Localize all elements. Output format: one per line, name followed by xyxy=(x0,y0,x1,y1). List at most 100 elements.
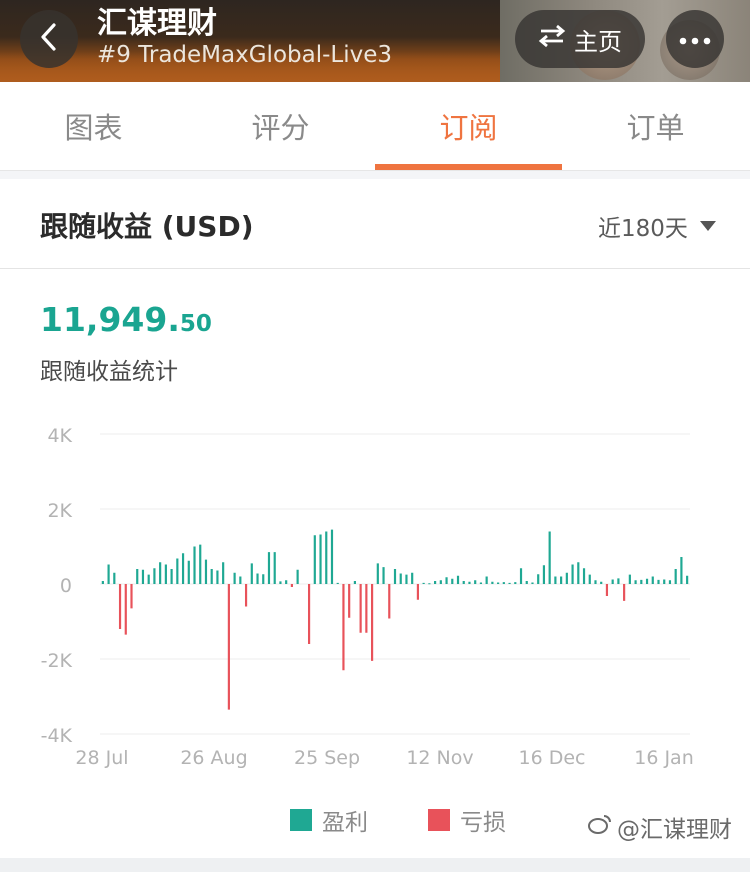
tab-chart[interactable]: 图表 xyxy=(0,82,187,170)
profit-bar xyxy=(147,574,150,584)
profit-bar xyxy=(571,564,574,584)
profit-bar xyxy=(204,559,208,584)
profit-bar xyxy=(405,574,408,584)
profit-bar xyxy=(519,568,523,584)
total-profit-amount: 11,949.50 xyxy=(40,300,212,339)
profit-bar xyxy=(428,583,431,585)
profit-bar xyxy=(565,572,568,584)
legend-profit-swatch xyxy=(290,809,312,831)
watermark-text: @汇谋理财 xyxy=(617,817,732,843)
loss-bar xyxy=(307,584,311,644)
loss-bar xyxy=(130,584,133,609)
loss-bar xyxy=(605,584,609,596)
home-button[interactable]: 主页 xyxy=(515,10,645,68)
loss-bar xyxy=(244,584,248,607)
profit-bar xyxy=(136,569,139,584)
profit-bar xyxy=(462,581,465,584)
profit-bar xyxy=(181,553,185,584)
profit-bar xyxy=(542,565,546,584)
profit-bar xyxy=(582,568,586,584)
profit-bar xyxy=(686,575,689,584)
loss-bar xyxy=(416,584,420,600)
profit-bar xyxy=(525,581,528,584)
profit-bar xyxy=(617,578,620,584)
caret-down-icon xyxy=(699,221,716,231)
profit-bar xyxy=(222,562,225,584)
profit-bar xyxy=(663,579,666,584)
profit-bar xyxy=(296,569,299,584)
tab-rating[interactable]: 评分 xyxy=(187,82,374,170)
tab-orders[interactable]: 订单 xyxy=(562,82,749,170)
loss-bar xyxy=(370,584,374,661)
profit-bar xyxy=(199,544,202,584)
loss-bar xyxy=(118,584,122,629)
profit-bar xyxy=(353,581,356,584)
profit-bar xyxy=(193,546,196,584)
x-tick-label: 26 Aug xyxy=(180,747,247,769)
y-tick-label: 4K xyxy=(47,425,72,447)
chevron-left-icon xyxy=(38,22,60,56)
back-button[interactable] xyxy=(20,10,78,68)
more-options-button[interactable] xyxy=(666,10,724,68)
y-tick-label: 0 xyxy=(60,575,72,597)
loss-bar xyxy=(348,584,351,618)
legend-loss-swatch xyxy=(428,809,450,831)
active-tab-indicator xyxy=(375,164,562,170)
profit-bar xyxy=(153,568,156,584)
weibo-logo-icon xyxy=(587,813,613,841)
profit-bar xyxy=(256,573,259,584)
profit-bar xyxy=(674,569,677,584)
loss-bar xyxy=(342,584,345,671)
tab-subscribe[interactable]: 订阅 xyxy=(375,82,562,170)
profit-bar xyxy=(216,570,219,584)
profit-bar xyxy=(273,552,276,584)
profit-bar xyxy=(651,576,654,584)
profit-bar xyxy=(210,569,213,584)
profit-bar xyxy=(514,582,517,584)
profit-bar xyxy=(233,572,236,584)
legend-profit[interactable]: 盈利 xyxy=(290,803,368,837)
profit-bar xyxy=(588,574,591,584)
y-tick-label: 2K xyxy=(47,500,72,522)
profit-bar xyxy=(680,557,683,584)
profit-bar xyxy=(577,562,580,584)
profit-bar xyxy=(668,580,672,584)
profit-bar xyxy=(479,582,483,584)
loss-bar xyxy=(359,584,362,633)
section-header: 跟随收益 (USD) 近180天 xyxy=(0,179,750,269)
profit-bar xyxy=(456,575,460,584)
bottom-divider xyxy=(0,858,750,872)
profit-bar xyxy=(439,580,442,584)
legend-loss[interactable]: 亏损 xyxy=(428,803,506,837)
period-label: 近180天 xyxy=(598,216,688,242)
profit-bar xyxy=(611,579,614,584)
profit-bar xyxy=(491,581,494,584)
profit-bar xyxy=(502,582,505,584)
section-divider xyxy=(0,171,750,179)
profit-bar xyxy=(497,582,500,584)
profit-bar xyxy=(445,577,448,584)
period-selector[interactable]: 近180天 xyxy=(598,209,716,243)
profit-bar xyxy=(548,531,551,584)
profit-bar xyxy=(250,563,253,584)
loss-bar xyxy=(623,584,626,601)
profit-bar xyxy=(600,581,603,584)
legend-loss-label: 亏损 xyxy=(460,810,506,836)
amount-label: 跟随收益统计 xyxy=(40,359,178,385)
profit-bar xyxy=(640,579,643,584)
profit-bar xyxy=(537,574,540,584)
profit-bar xyxy=(279,581,282,584)
profit-bar xyxy=(657,579,660,584)
loss-bar xyxy=(227,584,230,710)
x-tick-label: 12 Nov xyxy=(406,747,473,769)
watermark: @汇谋理财 xyxy=(587,810,732,844)
x-tick-label: 16 Dec xyxy=(519,747,586,769)
profit-bar xyxy=(141,569,145,584)
profit-bar xyxy=(594,580,597,584)
home-button-label: 主页 xyxy=(574,27,622,56)
profit-bar xyxy=(411,572,414,584)
profit-bar xyxy=(628,574,631,584)
x-tick-label: 16 Jan xyxy=(634,747,694,769)
tab-bar: 图表 评分 订阅 订单 xyxy=(0,82,750,171)
profit-bar xyxy=(107,564,110,584)
